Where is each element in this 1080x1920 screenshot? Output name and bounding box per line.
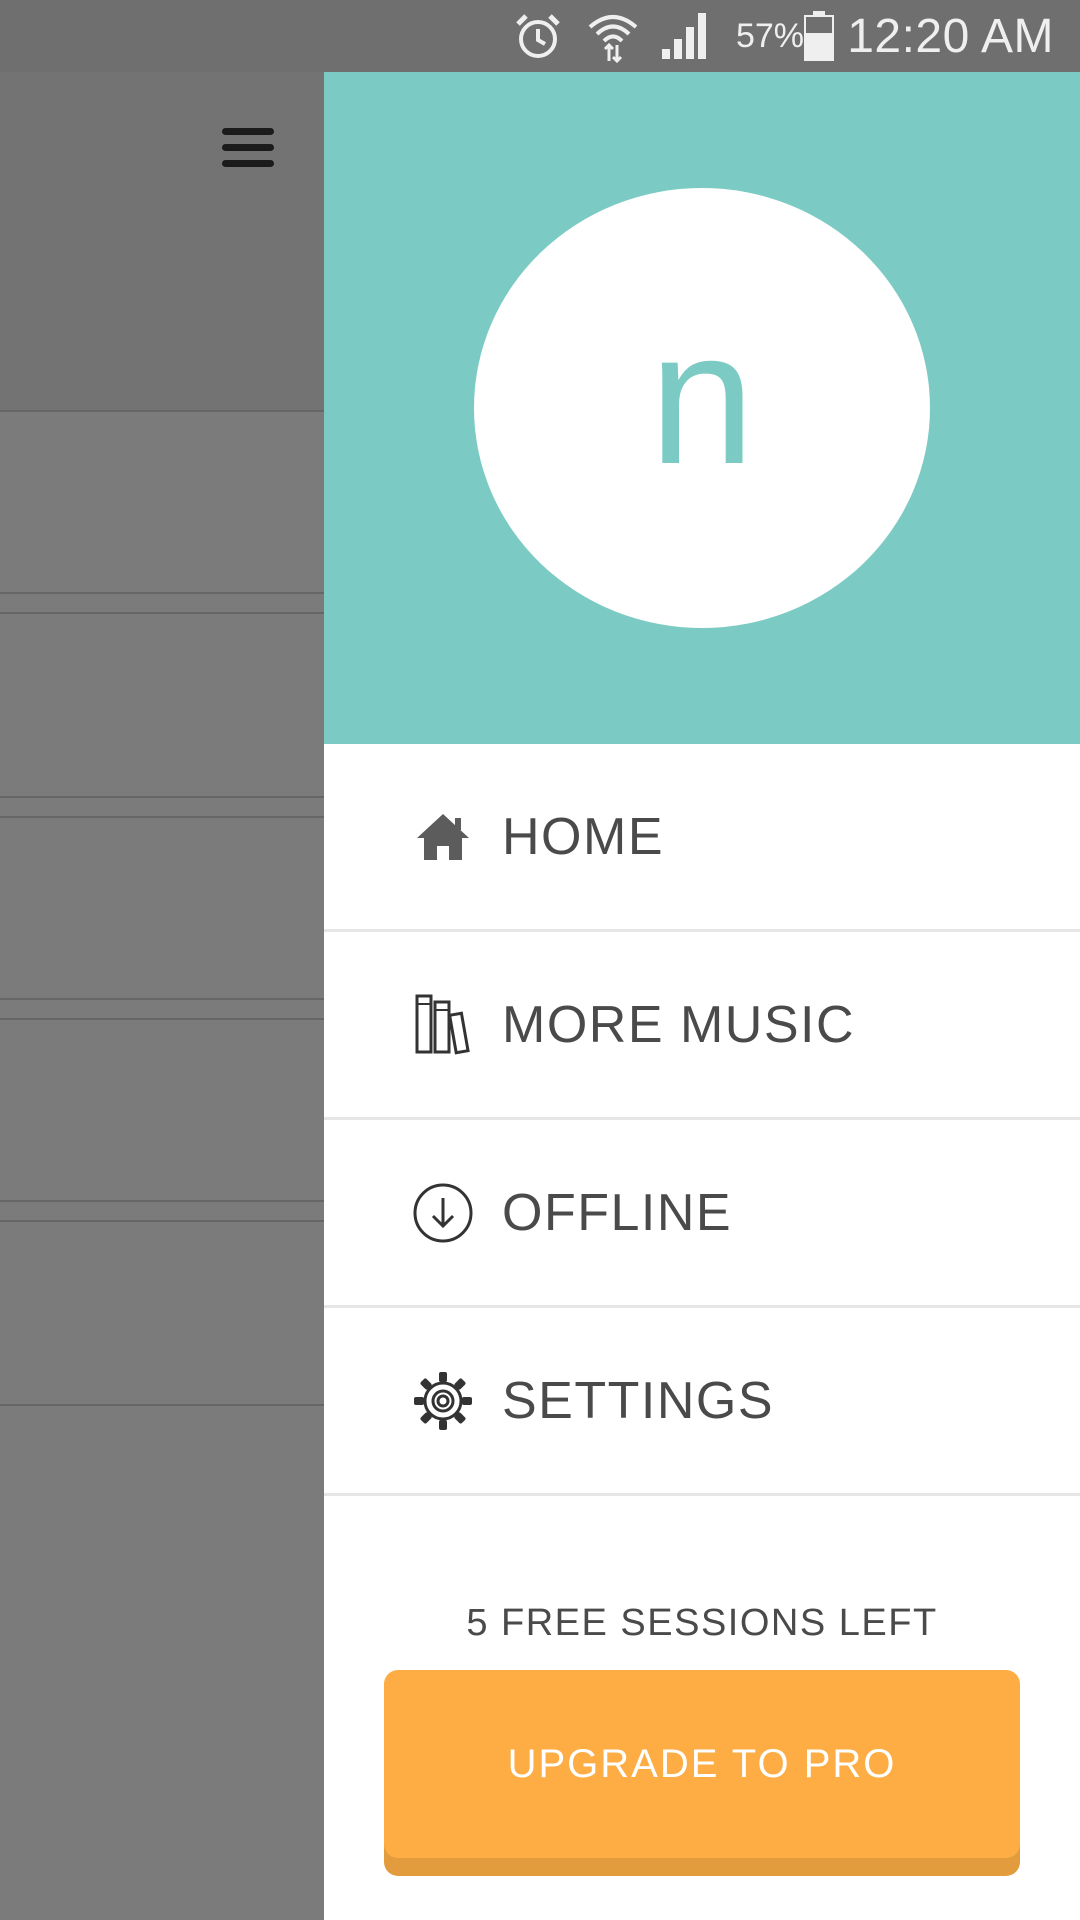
download-icon	[412, 1182, 474, 1244]
background-app	[0, 72, 324, 1920]
divider	[0, 816, 324, 818]
battery-percent: 57%	[735, 16, 804, 55]
divider	[0, 796, 324, 798]
upgrade-to-pro-button[interactable]: UPGRADE TO PRO	[384, 1670, 1020, 1858]
books-icon	[412, 994, 474, 1056]
navigation-drawer: n HOME MORE MUSIC OFFLINE SETTINGS 5 FRE…	[324, 72, 1080, 1920]
divider	[0, 592, 324, 594]
nav-label-more-music: MORE MUSIC	[502, 995, 855, 1054]
divider	[0, 1220, 324, 1222]
divider	[0, 1018, 324, 1020]
nav-label-home: HOME	[502, 807, 664, 866]
status-time: 12:20 AM	[847, 9, 1054, 63]
free-sessions-left: 5 FREE SESSIONS LEFT	[466, 1602, 938, 1644]
nav-item-home[interactable]: HOME	[324, 744, 1080, 932]
avatar[interactable]: n	[474, 188, 930, 628]
alarm-icon	[512, 0, 564, 72]
home-icon	[412, 806, 474, 868]
divider	[0, 612, 324, 614]
divider	[0, 998, 324, 1000]
nav-label-settings: SETTINGS	[502, 1371, 775, 1430]
nav-label-offline: OFFLINE	[502, 1183, 733, 1242]
background-header	[0, 72, 324, 412]
wifi-icon	[586, 0, 640, 72]
status-bar: 57% 12:20 AM	[0, 0, 1080, 72]
nav-item-settings[interactable]: SETTINGS	[324, 1308, 1080, 1496]
divider	[0, 1404, 324, 1406]
hamburger-menu-icon[interactable]	[218, 124, 280, 174]
drawer-header: n	[324, 72, 1080, 744]
divider	[0, 1200, 324, 1202]
divider	[0, 410, 324, 412]
battery-icon	[804, 0, 834, 72]
nav-item-offline[interactable]: OFFLINE	[324, 1120, 1080, 1308]
upgrade-button-label: UPGRADE TO PRO	[507, 1741, 897, 1786]
nav-item-more-music[interactable]: MORE MUSIC	[324, 932, 1080, 1120]
gear-icon	[412, 1370, 474, 1432]
avatar-letter: n	[649, 292, 755, 504]
signal-icon	[660, 0, 710, 72]
